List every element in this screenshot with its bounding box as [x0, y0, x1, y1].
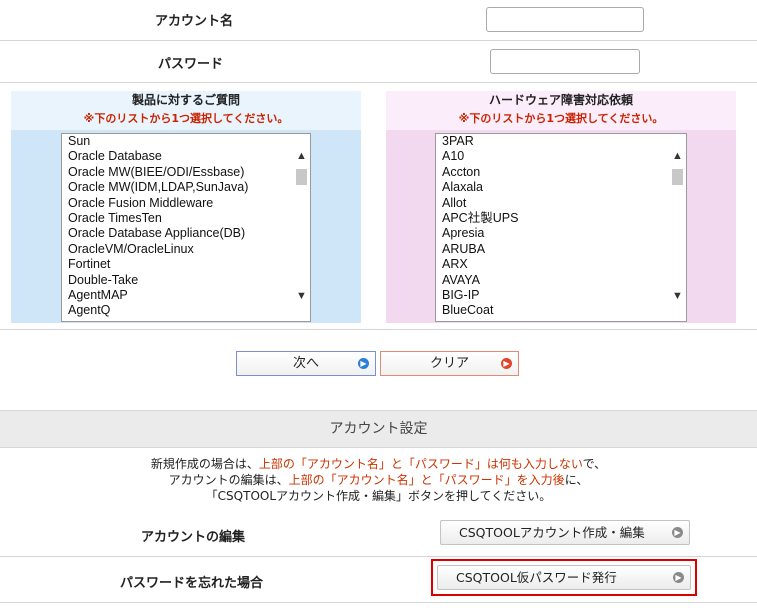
- list-option[interactable]: OracleVM/OracleLinux: [62, 242, 310, 257]
- list-option[interactable]: Alaxala: [436, 180, 686, 195]
- list-option[interactable]: Oracle TimesTen: [62, 211, 310, 226]
- account-name-label: アカウント名: [155, 14, 234, 29]
- list-option[interactable]: 3PAR: [436, 134, 686, 149]
- divider: [0, 82, 757, 83]
- hardware-panel-title: ハードウェア障害対応依頼: [488, 93, 633, 107]
- hardware-panel-note: ※下のリストから1つ選択してください。: [458, 112, 664, 125]
- divider: [0, 329, 757, 330]
- temp-password-button[interactable]: CSQTOOL仮パスワード発行 ▶: [437, 565, 691, 590]
- clear-button-label: クリア: [429, 356, 469, 371]
- list-option[interactable]: Accton: [436, 165, 686, 180]
- list-option[interactable]: Fortinet: [62, 257, 310, 272]
- next-button[interactable]: 次へ ▶: [236, 351, 376, 376]
- desc-highlight: 上部の「アカウント名」と「パスワード」は何も入力しない: [258, 457, 583, 471]
- list-option[interactable]: A10: [436, 149, 686, 164]
- product-panel-title: 製品に対するご質問: [131, 93, 240, 107]
- list-option[interactable]: Oracle MW(IDM,LDAP,SunJava): [62, 180, 310, 195]
- divider: [0, 40, 757, 41]
- edit-account-label: アカウントの編集: [141, 530, 246, 545]
- desc-text: に、: [564, 473, 589, 487]
- list-option[interactable]: Double-Take: [62, 273, 310, 288]
- list-option[interactable]: AgentQ: [62, 303, 310, 318]
- create-edit-button-label: CSQTOOLアカウント作成・編集: [459, 525, 645, 540]
- next-button-label: 次へ: [292, 356, 319, 371]
- list-option[interactable]: AgentMAP: [62, 288, 310, 303]
- list-option[interactable]: Oracle MW(BIEE/ODI/Essbase): [62, 165, 310, 180]
- chevron-down-icon[interactable]: ▼: [295, 290, 308, 303]
- listbox-scrollbar[interactable]: ▲ ▼: [669, 134, 686, 321]
- account-settings-header: アカウント設定: [0, 410, 757, 448]
- list-option[interactable]: ARUBA: [436, 242, 686, 257]
- password-label: パスワード: [158, 57, 224, 72]
- hardware-failure-panel: ハードウェア障害対応依頼 ※下のリストから1つ選択してください。 3PAR A10…: [386, 91, 736, 323]
- arrow-right-circle-icon: ▶: [672, 527, 683, 538]
- password-input[interactable]: [490, 49, 640, 74]
- list-option[interactable]: Allot: [436, 196, 686, 211]
- product-panel-note: ※下のリストから1つ選択してください。: [83, 112, 289, 125]
- hardware-listbox[interactable]: 3PAR A10 Accton Alaxala Allot APC社製UPS Apresia…: [435, 133, 687, 322]
- desc-text: 「CSQTOOLアカウント作成・編集」ボタンを押してください。: [205, 489, 552, 503]
- list-option[interactable]: APC社製UPS: [436, 211, 686, 226]
- list-option[interactable]: BlueCoat: [436, 303, 686, 318]
- product-listbox[interactable]: Sun Oracle Database Oracle MW(BIEE/ODI/Ess…: [61, 133, 311, 322]
- scrollbar-thumb[interactable]: [296, 169, 307, 185]
- create-edit-account-button[interactable]: CSQTOOLアカウント作成・編集 ▶: [440, 520, 690, 545]
- panel-header: ハードウェア障害対応依頼 ※下のリストから1つ選択してください。: [386, 91, 736, 130]
- divider: [0, 556, 757, 557]
- listbox-scrollbar[interactable]: ▲ ▼: [293, 134, 310, 321]
- arrow-right-circle-icon: ▶: [358, 358, 369, 369]
- account-settings-description: 新規作成の場合は、上部の「アカウント名」と「パスワード」は何も入力しないで、 ア…: [0, 456, 757, 504]
- forgot-password-label: パスワードを忘れた場合: [120, 576, 264, 591]
- desc-text: 新規作成の場合は、: [150, 457, 259, 471]
- arrow-right-circle-icon: ▶: [501, 358, 512, 369]
- clear-button[interactable]: クリア ▶: [380, 351, 519, 376]
- list-option[interactable]: Oracle Database Appliance(DB): [62, 226, 310, 241]
- chevron-down-icon[interactable]: ▼: [671, 290, 684, 303]
- chevron-up-icon[interactable]: ▲: [295, 150, 308, 163]
- list-option[interactable]: Oracle Database: [62, 149, 310, 164]
- list-option[interactable]: Oracle Fusion Middleware: [62, 196, 310, 211]
- account-settings-title: アカウント設定: [329, 421, 428, 437]
- desc-highlight: 上部の「アカウント名」と「パスワード」を入力後: [288, 473, 565, 487]
- list-option[interactable]: Apresia: [436, 226, 686, 241]
- desc-text: アカウントの編集は、: [168, 473, 289, 487]
- account-name-input[interactable]: [486, 7, 644, 32]
- chevron-up-icon[interactable]: ▲: [671, 150, 684, 163]
- arrow-right-circle-icon: ▶: [673, 572, 684, 583]
- panel-header: 製品に対するご質問 ※下のリストから1つ選択してください。: [11, 91, 361, 130]
- list-option[interactable]: ARX: [436, 257, 686, 272]
- scrollbar-thumb[interactable]: [672, 169, 683, 185]
- divider: [0, 602, 757, 603]
- list-option[interactable]: AVAYA: [436, 273, 686, 288]
- list-option[interactable]: Sun: [62, 134, 310, 149]
- list-option[interactable]: BIG-IP: [436, 288, 686, 303]
- desc-text: で、: [582, 457, 607, 471]
- product-question-panel: 製品に対するご質問 ※下のリストから1つ選択してください。 Sun Oracle …: [11, 91, 361, 323]
- temp-password-button-label: CSQTOOL仮パスワード発行: [456, 570, 617, 585]
